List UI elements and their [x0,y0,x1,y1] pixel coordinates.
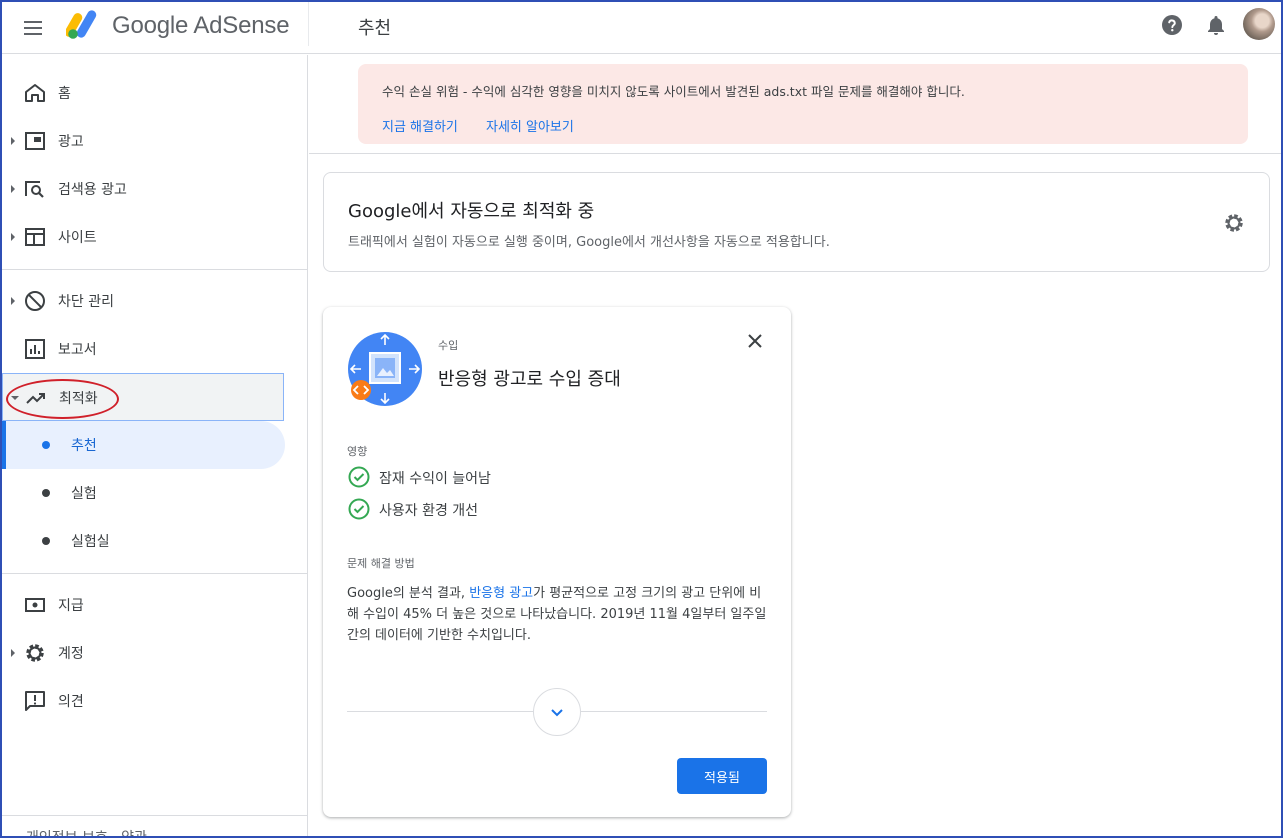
gear-icon [26,644,44,662]
recommendation-title: 반응형 광고로 수입 증대 [438,369,621,390]
check-circle-icon [348,498,370,520]
header-divider [308,2,309,46]
settings-gear-icon[interactable] [1222,211,1246,235]
main-content: 수익 손실 위험 - 수익에 심각한 영향을 미치지 않도록 사이트에서 발견된… [309,55,1281,836]
sidebar-subitem-label: 실험실 [71,534,110,550]
sidebar-item-label: 광고 [58,134,84,150]
auto-optimization-description: 트래픽에서 실험이 자동으로 실행 중이며, Google에서 개선사항을 자동… [348,235,830,250]
learn-more-link[interactable]: 자세히 알아보기 [486,116,574,135]
sidebar-subitem-label: 실험 [71,486,97,502]
sidebar-subitem-recommendations[interactable]: 추천 [2,421,285,469]
sidebar-item-label: 지급 [58,598,84,614]
sidebar-item-reports[interactable]: 보고서 [2,325,307,373]
sidebar-item-feedback[interactable]: 의견 [2,677,307,725]
expand-arrow-icon [11,233,15,241]
sidebar-item-label: 검색용 광고 [58,182,127,198]
expand-arrow-icon [11,185,15,193]
help-icon[interactable] [1160,13,1184,37]
sidebar: 홈 광고 검색용 광고 사이트 차단 관리 보고서 최적화 추천 실험 실험실 … [2,55,308,836]
sidebar-subitem-labs[interactable]: 실험실 [2,517,285,565]
chevron-down-icon [551,709,563,717]
impact-text: 잠재 수익이 늘어남 [379,471,491,487]
trending-up-icon [26,393,45,404]
sidebar-item-account[interactable]: 계정 [2,629,307,677]
payments-icon [25,598,45,612]
sidebar-item-payments[interactable]: 지급 [2,581,307,629]
sidebar-item-label: 사이트 [58,230,97,246]
fix-now-link[interactable]: 지금 해결하기 [382,116,458,135]
reports-icon [25,339,45,359]
solution-label: 문제 해결 방법 [347,557,415,570]
recommendation-category: 수입 [438,339,459,352]
ads-txt-alert: 수익 손실 위험 - 수익에 심각한 영향을 미치지 않도록 사이트에서 발견된… [358,64,1248,144]
recommendation-card: 수입 반응형 광고로 수입 증대 영향 잠재 수익이 늘어남 사용자 환경 개선… [323,307,791,817]
bullet-icon [42,441,50,449]
sidebar-item-label: 차단 관리 [58,294,114,310]
sidebar-item-block-controls[interactable]: 차단 관리 [2,277,307,325]
notifications-icon[interactable] [1204,13,1228,37]
sidebar-subitem-label: 추천 [71,438,97,454]
expand-arrow-icon [11,137,15,145]
impact-text: 사용자 환경 개선 [379,503,479,519]
app-window: Google AdSense 추천 홈 광고 검색용 광고 사이트 차단 관리 … [0,0,1283,838]
home-icon [25,84,45,102]
search-ads-icon [25,181,44,198]
sidebar-item-optimization[interactable]: 최적화 [2,373,284,421]
sidebar-item-label: 보고서 [58,342,97,358]
auto-optimization-title: Google에서 자동으로 최적화 중 [348,201,595,222]
sidebar-divider [2,815,307,816]
top-bar: Google AdSense 추천 [2,2,1281,54]
solution-text: Google의 분석 결과, 반응형 광고가 평균적으로 고정 크기의 광고 단… [347,583,767,646]
sites-icon [25,228,45,246]
sidebar-item-label: 최적화 [59,391,98,407]
feedback-icon [25,691,45,711]
collapse-arrow-icon [11,396,19,400]
ads-icon [25,132,45,150]
sidebar-item-ads[interactable]: 광고 [2,117,307,165]
expand-button[interactable] [533,688,581,736]
sidebar-divider [2,573,307,574]
responsive-ads-link[interactable]: 반응형 광고 [469,586,533,601]
responsive-ads-illustration-icon [348,332,422,406]
privacy-terms-link[interactable]: 개인정보 보호 · 약관 [26,827,147,836]
menu-icon[interactable] [22,16,46,40]
sidebar-item-sites[interactable]: 사이트 [2,213,307,261]
sidebar-item-label: 계정 [58,646,84,662]
sidebar-item-label: 의견 [58,694,84,710]
solution-prefix: Google의 분석 결과, [347,586,470,601]
bullet-icon [42,537,50,545]
expand-arrow-icon [11,297,15,305]
block-icon [25,291,45,311]
apply-button[interactable]: 적용됨 [677,758,767,794]
sidebar-item-label: 홈 [58,86,71,102]
sidebar-subitem-experiments[interactable]: 실험 [2,469,285,517]
sidebar-item-search-ads[interactable]: 검색용 광고 [2,165,307,213]
alert-message: 수익 손실 위험 - 수익에 심각한 영향을 미치지 않도록 사이트에서 발견된… [382,84,965,99]
auto-optimization-card: Google에서 자동으로 최적화 중 트래픽에서 실험이 자동으로 실행 중이… [323,172,1270,272]
page-title: 추천 [358,18,392,39]
sidebar-divider [2,269,307,270]
sidebar-item-home[interactable]: 홈 [2,69,307,117]
content-divider [309,153,1281,154]
brand-name: Google AdSense [112,12,290,39]
impact-label: 영향 [347,445,368,458]
adsense-logo-icon [66,10,97,39]
expand-arrow-icon [11,649,15,657]
bullet-icon [42,489,50,497]
check-circle-icon [348,466,370,488]
avatar[interactable] [1243,8,1275,40]
close-icon[interactable] [743,329,767,353]
